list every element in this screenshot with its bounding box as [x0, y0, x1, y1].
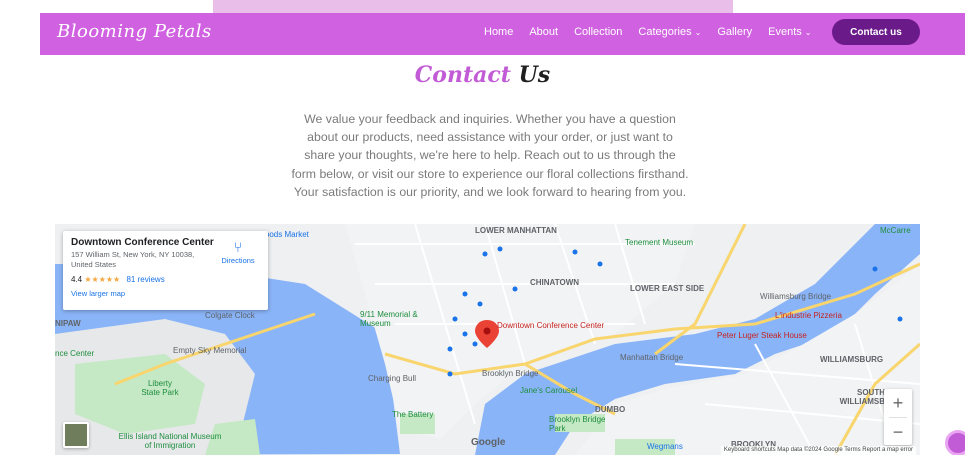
place-address: 157 William St, New York, NY 10038, Unit… [71, 250, 195, 269]
map-label: Brooklyn Bridge Park [549, 415, 606, 433]
directions-icon: ⑂ [233, 239, 243, 255]
map-label: DUMBO [595, 405, 626, 414]
map-label: SOUTH WILLIAMSB [839, 388, 885, 406]
directions-label: Directions [221, 256, 255, 265]
page-title-word-1: Contact [414, 62, 511, 88]
zoom-out-button[interactable]: − [884, 418, 912, 446]
navbar: Blooming Petals Home About Collection Ca… [40, 13, 965, 55]
map-layer-toggle[interactable] [63, 422, 89, 448]
reviews-link[interactable]: 81 reviews [126, 275, 164, 284]
nav-item-about[interactable]: About [529, 26, 558, 38]
map-attribution[interactable]: Keyboard shortcuts Map data ©2024 Google… [720, 446, 916, 455]
place-rating: 4.4 ★★★★★ 81 reviews [71, 275, 260, 284]
intro-line: form below, or visit our store to experi… [291, 166, 689, 181]
contact-us-button[interactable]: Contact us [832, 19, 920, 45]
page-title: Contact Us [0, 62, 965, 88]
place-info-card: Downtown Conference Center 157 William S… [63, 231, 268, 310]
nav-item-gallery[interactable]: Gallery [717, 26, 752, 38]
chat-widget-icon[interactable] [945, 430, 965, 455]
map-label: CHINATOWN [530, 278, 580, 287]
zoom-in-button[interactable]: + [884, 389, 912, 417]
map-pin-label: Downtown Conference Center [497, 321, 605, 330]
intro-line: share your thoughts, we're here to help.… [304, 148, 676, 163]
map-label: The Battery [392, 410, 434, 419]
view-larger-map-link[interactable]: View larger map [71, 289, 260, 298]
nav-menu: Home About Collection Categories ⌄ Galler… [484, 26, 812, 38]
intro-line: Your satisfaction is our priority, and w… [293, 184, 687, 199]
map-label: 9/11 Memorial & Museum [360, 310, 418, 328]
map-label: Brooklyn Bridge [482, 369, 539, 378]
map-label: Liberty State Park [141, 379, 179, 397]
page-title-word-2: Us [518, 62, 551, 88]
brand-logo[interactable]: Blooming Petals [57, 21, 212, 42]
map-label: Ellis Island National Museum of Immigrat… [118, 432, 222, 450]
map-label: Colgate Clock [205, 311, 255, 320]
map-label: Williamsburg Bridge [760, 292, 832, 301]
map-label: Wegmans [647, 442, 683, 451]
intro-line: We value your feedback and inquiries. Wh… [304, 112, 676, 126]
zoom-controls: + − [884, 389, 912, 445]
directions-button[interactable]: ⑂ Directions [218, 240, 258, 265]
top-strip [0, 0, 965, 13]
map-label: Tenement Museum [625, 238, 694, 247]
map-label: nce Center [55, 349, 95, 358]
map-label: Empty Sky Memorial [173, 346, 247, 355]
map-label: LOWER MANHATTAN [475, 226, 557, 235]
map-label: Charging Bull [368, 374, 417, 383]
map-label: McCarre [880, 226, 911, 235]
nav-item-events-label: Events [768, 26, 802, 38]
chevron-down-icon: ⌄ [694, 28, 702, 37]
map-label: L'industrie Pizzeria [775, 311, 842, 320]
map-label: NIPAW [55, 319, 81, 328]
map-label: Jane's Carousel [520, 386, 578, 395]
nav-item-events[interactable]: Events ⌄ [768, 26, 811, 38]
rating-value: 4.4 [71, 275, 83, 284]
map-label: Peter Luger Steak House [717, 331, 807, 340]
intro-text: We value your feedback and inquiries. Wh… [265, 110, 715, 201]
nav-item-collection[interactable]: Collection [574, 26, 622, 38]
nav-item-categories-label: Categories [638, 26, 692, 38]
chevron-down-icon: ⌄ [804, 28, 812, 37]
star-icons: ★★★★★ [84, 275, 121, 284]
map-label: Manhattan Bridge [620, 353, 684, 362]
header-image-strip [213, 0, 733, 13]
map-label: LOWER EAST SIDE [630, 284, 705, 293]
google-logo: Google [471, 437, 506, 448]
map-label: WILLIAMSBURG [820, 355, 884, 364]
nav-item-home[interactable]: Home [484, 26, 513, 38]
intro-line: about our products, need assistance with… [307, 130, 673, 145]
embedded-map[interactable]: Downtown Conference Center LOWER MANHATT… [55, 224, 920, 455]
nav-item-categories[interactable]: Categories ⌄ [638, 26, 701, 38]
